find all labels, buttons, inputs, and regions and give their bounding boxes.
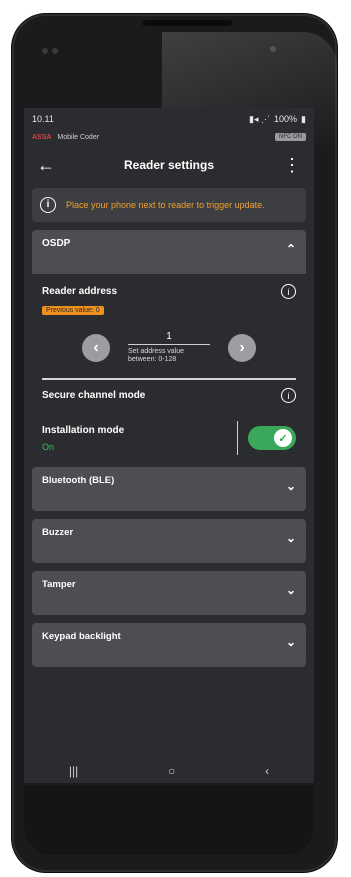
divider <box>42 378 296 380</box>
divider <box>237 421 238 455</box>
chevron-up-icon: ⌃ <box>285 242 296 256</box>
home-icon[interactable]: ○ <box>168 764 175 778</box>
section-tamper[interactable]: Tamper ⌄ <box>32 571 306 615</box>
back-arrow-icon[interactable]: ← <box>32 151 60 179</box>
installation-mode-toggle[interactable]: ✓ <box>248 426 296 450</box>
sensor-dot <box>52 48 58 54</box>
brand-logo: ASSA <box>32 133 52 141</box>
installation-mode-label: Installation mode <box>42 424 125 436</box>
battery-text: 100% <box>274 114 298 124</box>
check-icon: ✓ <box>274 429 292 447</box>
phone-speaker <box>142 20 232 26</box>
phone-chin <box>24 785 314 855</box>
app-name: Mobile Coder <box>57 133 100 141</box>
signal-icon: ▮◂ ⋰ <box>249 113 271 124</box>
app-banner: ASSA Mobile Coder NFC ON <box>24 130 314 144</box>
chevron-down-icon: ⌄ <box>285 583 296 597</box>
camera-lens <box>270 46 276 52</box>
section-keypad-backlight[interactable]: Keypad backlight ⌄ <box>32 623 306 667</box>
address-stepper: ‹ 1 Set address value between: 0-128 › <box>42 331 296 364</box>
previous-value-badge: Previous value: 0 <box>42 306 104 315</box>
status-bar: 10.11 ▮◂ ⋰ 100% ▮ <box>24 108 314 130</box>
chevron-down-icon: ⌄ <box>285 479 296 493</box>
update-notice: i Place your phone next to reader to tri… <box>32 188 306 222</box>
increment-button[interactable]: › <box>228 333 256 362</box>
section-label: Buzzer <box>42 527 74 538</box>
section-label: Tamper <box>42 579 76 590</box>
sensor-dot <box>42 48 48 54</box>
recent-apps-icon[interactable]: ||| <box>69 764 78 778</box>
more-vertical-icon[interactable]: ⋮ <box>278 151 306 179</box>
address-field-container: 1 Set address value between: 0-128 <box>128 331 210 364</box>
notice-text: Place your phone next to reader to trigg… <box>66 200 265 210</box>
osdp-section-body: Reader address i Previous value: 0 ‹ 1 S… <box>32 284 306 455</box>
toolbar: ← Reader settings ⋮ <box>24 144 314 186</box>
info-icon[interactable]: i <box>281 284 296 299</box>
status-time: 10.11 <box>32 114 54 124</box>
installation-state-text: On <box>42 441 55 452</box>
address-help-text: Set address value between: 0-128 <box>128 348 185 363</box>
system-nav-bar: ||| ○ ‹ <box>24 759 314 783</box>
decrement-button[interactable]: ‹ <box>82 333 110 362</box>
section-buzzer[interactable]: Buzzer ⌄ <box>32 519 306 563</box>
nfc-badge: NFC ON <box>275 133 306 141</box>
osdp-title: OSDP <box>42 238 71 249</box>
section-label: Bluetooth (BLE) <box>42 475 115 486</box>
chevron-down-icon: ⌄ <box>285 531 296 545</box>
info-icon[interactable]: i <box>281 388 296 403</box>
battery-icon: ▮ <box>301 113 306 124</box>
reader-address-label: Reader address <box>42 286 118 297</box>
app-screen: 10.11 ▮◂ ⋰ 100% ▮ ASSA Mobile Coder NFC … <box>24 108 314 783</box>
info-icon: i <box>40 197 56 213</box>
chevron-down-icon: ⌄ <box>285 635 296 649</box>
secure-channel-label: Secure channel mode <box>42 390 146 401</box>
page-title: Reader settings <box>123 158 215 172</box>
address-input[interactable]: 1 <box>128 331 210 345</box>
osdp-section-header[interactable]: OSDP ⌃ <box>32 230 306 274</box>
back-nav-icon[interactable]: ‹ <box>265 764 269 778</box>
section-label: Keypad backlight <box>42 631 121 642</box>
section-bluetooth[interactable]: Bluetooth (BLE) ⌄ <box>32 467 306 511</box>
